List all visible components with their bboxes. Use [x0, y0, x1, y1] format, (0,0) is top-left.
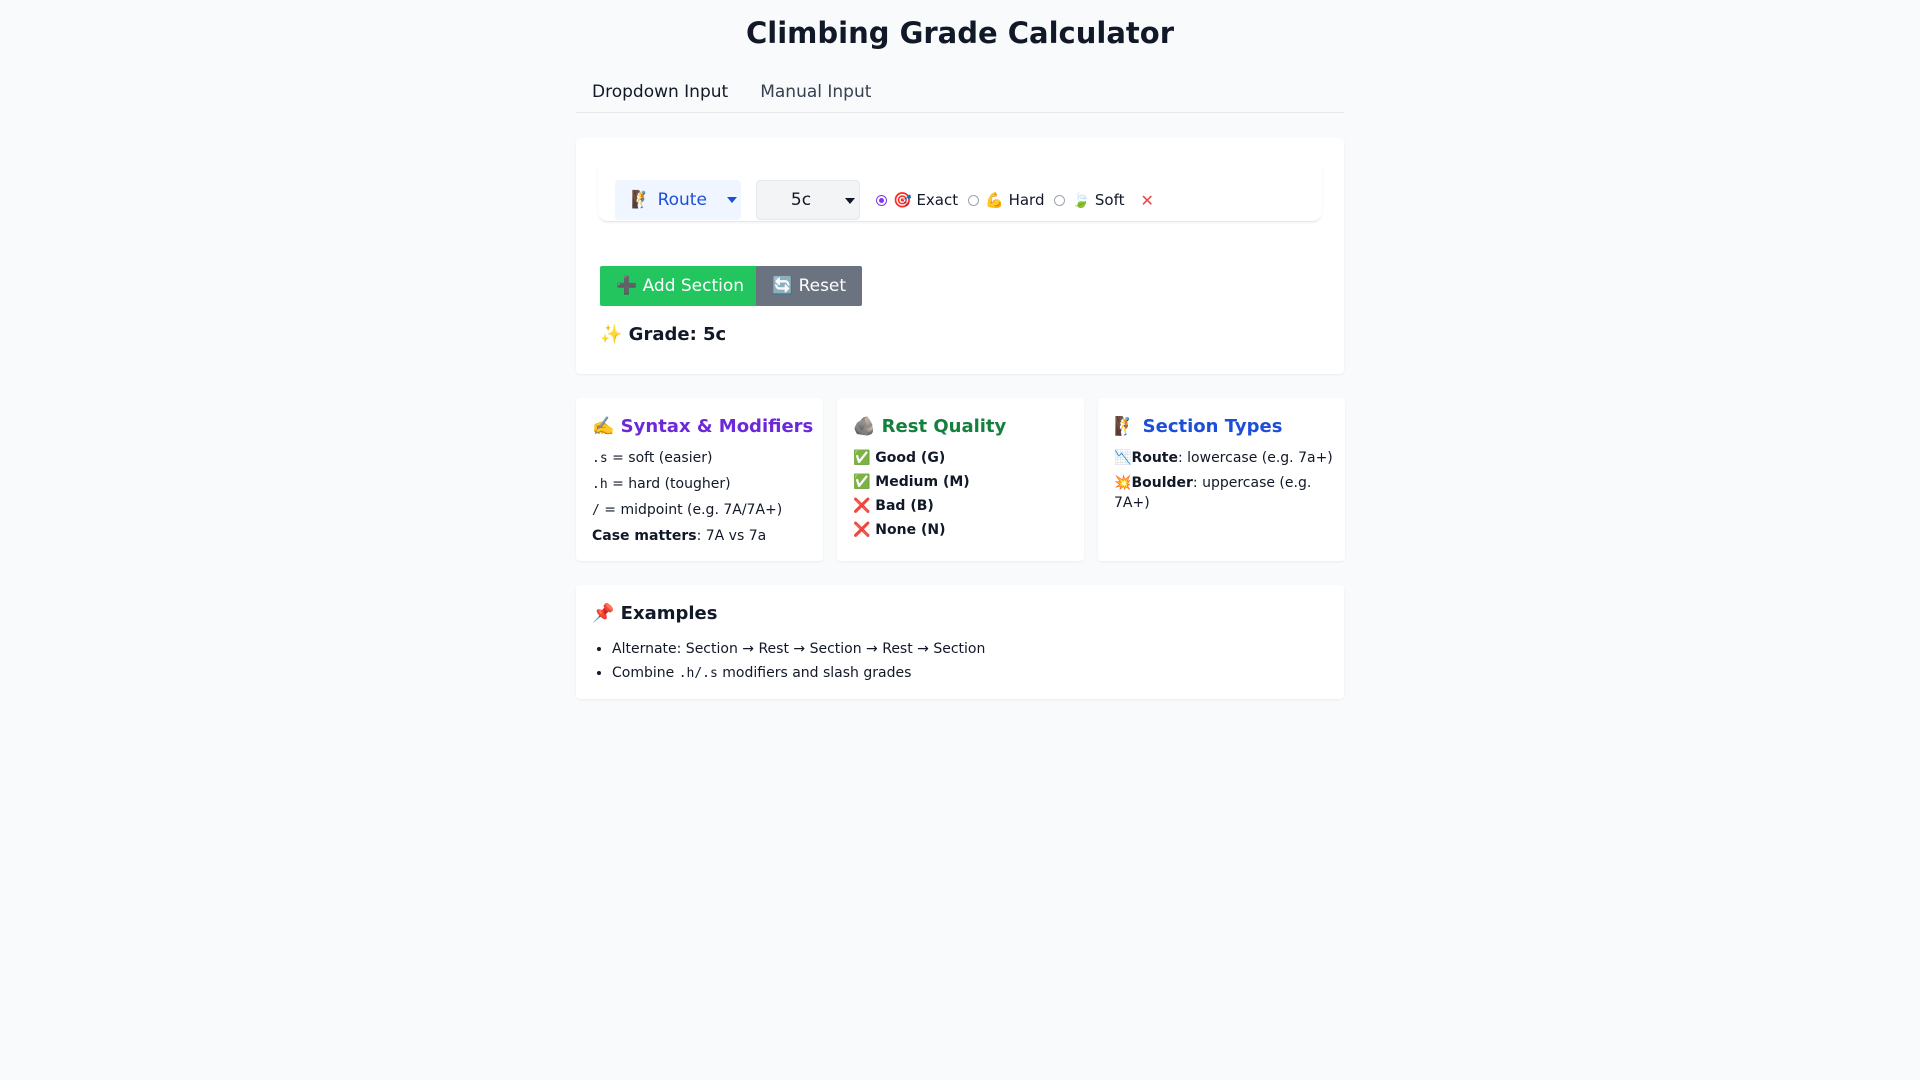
list-item: ✅ Good (G)	[853, 450, 946, 466]
section-types-card: 🧗 Section Types 📉Route: lowercase (e.g. …	[1098, 398, 1345, 561]
tab-bar: Dropdown Input Manual Input	[576, 74, 1344, 113]
examples-panel: 📌 Examples Alternate: Section → Rest → S…	[576, 585, 1344, 699]
list-item: ✅ Medium (M)	[853, 474, 970, 490]
tab-dropdown-input[interactable]: Dropdown Input	[576, 74, 744, 112]
modifier-radio-soft[interactable]	[1054, 194, 1066, 206]
rest-card-title: 🪨 Rest Quality	[853, 416, 1007, 437]
modifier-label-exact: 🎯 Exact	[893, 191, 959, 209]
types-card-title: 🧗 Section Types	[1114, 416, 1283, 437]
rest-quality-card: 🪨 Rest Quality ✅ Good (G) ✅ Medium (M) ❌…	[837, 398, 1084, 561]
add-section-button[interactable]: ➕ Add Section	[600, 266, 761, 306]
collision-icon: 💥	[1114, 475, 1132, 491]
modifier-radio-hard[interactable]	[968, 194, 980, 206]
modifier-label-soft: 🍃 Soft	[1071, 191, 1125, 209]
syntax-list: .s = soft (easier) .h = hard (tougher) /…	[592, 448, 811, 551]
page-title: Climbing Grade Calculator	[745, 16, 1174, 50]
section-row: 🧗 Route 5c 🎯 Exact 💪 Hard 🍃 Soft ✕	[598, 163, 1322, 222]
grade-value: 5c	[790, 190, 812, 210]
list-item: Alternate: Section → Rest → Section → Re…	[612, 637, 985, 661]
list-item: ❌ None (N)	[853, 522, 946, 538]
modifier-radio-group: 🎯 Exact 💪 Hard 🍃 Soft ✕	[876, 180, 1154, 220]
list-item: 📉Route: lowercase (e.g. 7a+)	[1114, 450, 1333, 466]
tab-manual-input[interactable]: Manual Input	[744, 74, 887, 112]
list-item: 💥Boulder: uppercase (e.g. 7A+)	[1114, 475, 1312, 511]
remove-section-button[interactable]: ✕	[1141, 191, 1154, 210]
examples-list: Alternate: Section → Rest → Section → Re…	[596, 637, 985, 686]
list-item: ❌ Bad (B)	[853, 498, 934, 514]
section-type-value: 🧗 Route	[631, 190, 707, 210]
section-type-select[interactable]: 🧗 Route	[615, 180, 741, 220]
list-item: / = midpoint (e.g. 7A/7A+)	[592, 502, 783, 518]
list-item: Combine .h/.s modifiers and slash grades	[612, 661, 985, 686]
chevron-down-icon	[727, 197, 737, 203]
examples-title: 📌 Examples	[592, 603, 718, 624]
modifier-label-hard: 💪 Hard	[985, 191, 1045, 209]
rest-list: ✅ Good (G) ✅ Medium (M) ❌ Bad (B) ❌ None…	[853, 448, 1072, 544]
types-list: 📉Route: lowercase (e.g. 7a+) 💥Boulder: u…	[1114, 448, 1333, 518]
calculator-panel: 🧗 Route 5c 🎯 Exact 💪 Hard 🍃 Soft ✕ ➕ Add…	[576, 138, 1344, 374]
grade-select[interactable]: 5c	[756, 180, 860, 220]
chevron-down-icon	[845, 198, 855, 204]
syntax-card: ✍️ Syntax & Modifiers .s = soft (easier)…	[576, 398, 823, 561]
reset-button[interactable]: 🔄 Reset	[756, 266, 863, 306]
grade-result: ✨ Grade: 5c	[600, 324, 727, 345]
modifier-radio-exact[interactable]	[876, 194, 887, 206]
syntax-card-title: ✍️ Syntax & Modifiers	[592, 416, 814, 437]
chart-decreasing-icon: 📉	[1114, 450, 1132, 466]
list-item: Case matters: 7A vs 7a	[592, 528, 767, 544]
list-item: .s = soft (easier)	[592, 450, 713, 466]
list-item: .h = hard (tougher)	[592, 476, 731, 492]
